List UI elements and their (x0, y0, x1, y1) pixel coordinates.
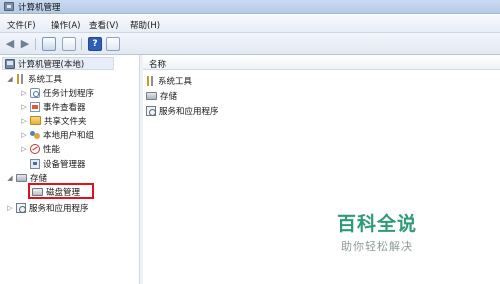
services-icon (146, 105, 156, 116)
tree-item-system-tools[interactable]: ◢ 系统工具 (6, 72, 62, 85)
storage-icon (16, 173, 27, 182)
computer-icon (5, 58, 15, 69)
menu-view[interactable]: 查看(V) (89, 19, 118, 31)
computer-management-icon (4, 2, 14, 11)
list-item-label: 存储 (160, 91, 178, 102)
menu-bar: 文件(F) 操作(A) 查看(V) 帮助(H) (0, 15, 500, 33)
back-arrow-icon[interactable]: ◀ (4, 37, 16, 51)
event-viewer-icon (30, 101, 40, 112)
expand-arrow-icon[interactable]: ▷ (6, 204, 14, 212)
folder-icon (30, 116, 41, 125)
collapse-arrow-icon[interactable]: ◢ (6, 75, 14, 83)
task-scheduler-icon (30, 87, 40, 98)
list-item[interactable]: 系统工具 (146, 74, 192, 87)
menu-action[interactable]: 操作(A) (51, 19, 80, 31)
export-list-button[interactable] (62, 37, 76, 51)
toolbar-separator (81, 38, 82, 50)
expand-arrow-icon[interactable]: ▷ (20, 117, 28, 125)
tree-item-services[interactable]: ▷ 服务和应用程序 (6, 201, 89, 214)
expand-arrow-icon[interactable]: ▷ (20, 145, 28, 153)
device-manager-icon (30, 158, 40, 169)
watermark-title: 百科全说 (337, 213, 418, 235)
menu-file[interactable]: 文件(F) (7, 19, 36, 31)
column-header-name[interactable]: 名称 (143, 55, 500, 70)
watermark: 百科全说 助你轻松解决 (337, 209, 487, 254)
watermark-subtitle: 助你轻松解决 (341, 240, 413, 253)
toolbar-separator (35, 38, 36, 50)
performance-icon (30, 143, 40, 154)
tree-item-label: 存储 (30, 173, 48, 184)
expand-arrow-icon[interactable]: ▷ (20, 103, 28, 111)
column-header-label: 名称 (149, 60, 167, 70)
tree-item-label: 服务和应用程序 (29, 203, 89, 214)
forward-arrow-icon[interactable]: ▶ (19, 37, 31, 51)
tree-item-device-manager[interactable]: 设备管理器 (30, 157, 86, 170)
tools-icon (16, 73, 25, 84)
menu-help[interactable]: 帮助(H) (130, 19, 160, 31)
tree-item-label: 共享文件夹 (44, 116, 87, 127)
tree-item-event-viewer[interactable]: ▷ 事件查看器 (20, 100, 86, 113)
toolbar: ◀ ▶ ? (0, 33, 500, 55)
console-tree: 计算机管理(本地) ◢ 系统工具 ▷ 任务计划程序 ▷ 事件查看器 ▷ 共享文件… (0, 55, 140, 284)
show-console-tree-button[interactable] (42, 37, 56, 51)
tree-item-label: 事件查看器 (43, 102, 86, 113)
tree-item-label: 设备管理器 (43, 159, 86, 170)
list-item[interactable]: 服务和应用程序 (146, 104, 219, 117)
tree-item-shared-folders[interactable]: ▷ 共享文件夹 (20, 114, 87, 127)
help-icon[interactable]: ? (88, 37, 102, 51)
highlight-box (28, 183, 94, 199)
expand-arrow-icon[interactable]: ▷ (20, 89, 28, 97)
title-bar: 计算机管理 (0, 0, 500, 14)
users-icon (30, 130, 40, 140)
storage-icon (146, 91, 157, 100)
tree-item-performance[interactable]: ▷ 性能 (20, 142, 60, 155)
services-icon (16, 202, 26, 213)
tree-item-label: 计算机管理(本地) (18, 59, 85, 70)
expand-arrow-icon[interactable]: ▷ (20, 131, 28, 139)
tree-item-label: 系统工具 (28, 74, 63, 85)
tree-item-root[interactable]: 计算机管理(本地) (2, 57, 114, 70)
window-title: 计算机管理 (18, 3, 61, 13)
tree-item-label: 本地用户和组 (43, 130, 95, 141)
tree-item-local-users[interactable]: ▷ 本地用户和组 (20, 128, 94, 141)
list-item-label: 系统工具 (158, 76, 193, 87)
tree-item-label: 性能 (43, 144, 61, 155)
collapse-arrow-icon[interactable]: ◢ (6, 174, 14, 182)
tree-item-label: 任务计划程序 (43, 88, 95, 99)
tools-icon (146, 75, 155, 86)
show-action-pane-button[interactable] (106, 37, 120, 51)
tree-item-task-scheduler[interactable]: ▷ 任务计划程序 (20, 86, 94, 99)
list-item[interactable]: 存储 (146, 89, 177, 102)
list-item-label: 服务和应用程序 (159, 106, 219, 117)
